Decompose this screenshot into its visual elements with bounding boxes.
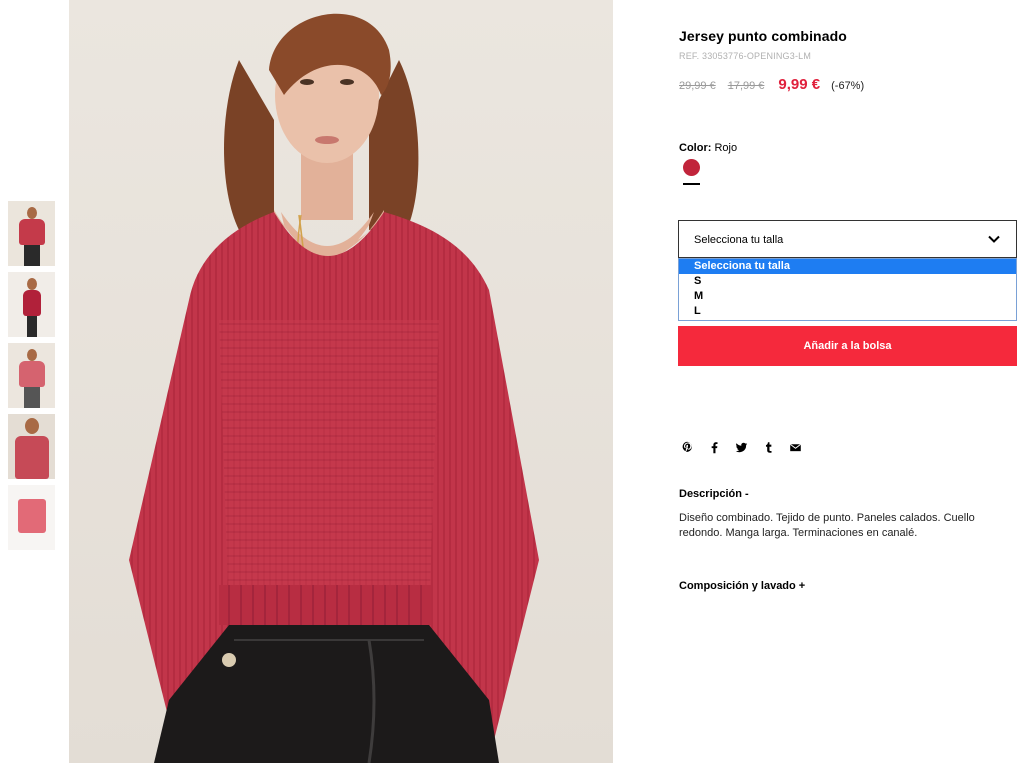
- previous-price: 17,99 €: [727, 80, 765, 92]
- email-icon[interactable]: [788, 440, 803, 455]
- thumbnail-strip: [8, 201, 55, 556]
- description-toggle[interactable]: Descripción -: [679, 488, 749, 500]
- share-icons: [680, 440, 803, 455]
- original-price: 29,99 €: [679, 80, 716, 92]
- size-option-m[interactable]: M: [679, 289, 1016, 304]
- color-value: Rojo: [714, 142, 738, 154]
- main-product-image[interactable]: [69, 0, 613, 763]
- size-select-value: Selecciona tu talla: [694, 234, 784, 246]
- color-swatch-red[interactable]: [683, 159, 700, 176]
- size-option-s[interactable]: S: [679, 274, 1016, 289]
- color-label: Color:: [679, 142, 712, 154]
- product-title: Jersey punto combinado: [679, 28, 847, 44]
- chevron-down-icon: [988, 235, 1000, 243]
- tumblr-icon[interactable]: [761, 440, 776, 455]
- color-label-row: Color: Rojo: [679, 142, 737, 154]
- facebook-icon[interactable]: [707, 440, 722, 455]
- size-options-list: Selecciona tu talla S M L: [678, 258, 1017, 321]
- product-reference: REF. 33053776-OPENING3-LM: [679, 51, 812, 61]
- size-option-placeholder[interactable]: Selecciona tu talla: [679, 259, 1016, 274]
- thumbnail-1[interactable]: [8, 201, 55, 266]
- size-option-l[interactable]: L: [679, 304, 1016, 319]
- thumbnail-5[interactable]: [8, 485, 55, 550]
- price-row: 29,99 € 17,99 € 9,99 € (-67%): [679, 76, 864, 93]
- thumbnail-2[interactable]: [8, 272, 55, 337]
- selected-swatch-indicator: [683, 183, 700, 185]
- description-text: Diseño combinado. Tejido de punto. Panel…: [679, 512, 975, 539]
- composition-toggle[interactable]: Composición y lavado +: [679, 580, 805, 592]
- thumbnail-4[interactable]: [8, 414, 55, 479]
- discount-badge: (-67%): [831, 80, 865, 92]
- pinterest-icon[interactable]: [680, 440, 695, 455]
- size-select[interactable]: Selecciona tu talla: [678, 220, 1017, 258]
- thumbnail-3[interactable]: [8, 343, 55, 408]
- current-price: 9,99 €: [778, 76, 821, 93]
- twitter-icon[interactable]: [734, 440, 749, 455]
- add-to-bag-button[interactable]: Añadir a la bolsa: [678, 326, 1017, 366]
